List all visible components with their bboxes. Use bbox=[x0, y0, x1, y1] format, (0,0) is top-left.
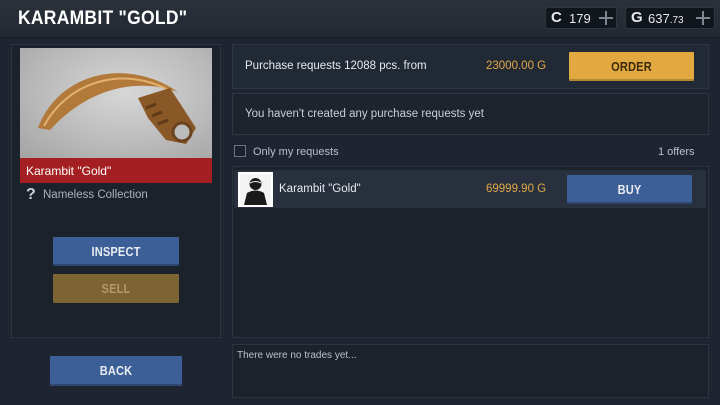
order-button[interactable]: ORDER bbox=[569, 52, 694, 81]
gold-value: 637.73 bbox=[648, 11, 684, 26]
gold-value-main: 637 bbox=[648, 11, 670, 26]
item-name: Karambit "Gold" bbox=[26, 164, 112, 178]
collection-name: Nameless Collection bbox=[43, 189, 148, 201]
offer-item-name: Karambit "Gold" bbox=[279, 183, 361, 195]
credits-value: 179 bbox=[569, 11, 591, 26]
no-requests-message: You haven't created any purchase request… bbox=[245, 108, 484, 120]
buy-button[interactable]: BUY bbox=[567, 175, 692, 204]
offers-count: 1 offers bbox=[658, 146, 695, 158]
add-gold-button[interactable] bbox=[693, 8, 713, 28]
item-image[interactable] bbox=[20, 48, 212, 158]
back-button[interactable]: BACK bbox=[50, 356, 182, 386]
only-my-requests-label: Only my requests bbox=[253, 146, 339, 158]
offer-price: 69999.90 G bbox=[486, 183, 547, 195]
only-my-requests-checkbox[interactable] bbox=[234, 145, 246, 157]
inspect-button[interactable]: INSPECT bbox=[53, 237, 179, 266]
sell-button[interactable]: SELL bbox=[53, 274, 179, 303]
add-credits-button[interactable] bbox=[596, 8, 616, 28]
page-title: KARAMBIT "GOLD" bbox=[18, 8, 188, 29]
gold-icon: G bbox=[631, 9, 643, 26]
gold-value-fraction: .73 bbox=[669, 15, 684, 26]
credits-icon: C bbox=[551, 9, 562, 26]
karambit-knife-icon bbox=[38, 73, 196, 144]
anonymous-mask-icon bbox=[240, 174, 271, 205]
seller-avatar[interactable] bbox=[238, 172, 273, 207]
purchase-requests-text: Purchase requests 12088 pcs. from bbox=[245, 60, 427, 72]
no-trades-message: There were no trades yet... bbox=[237, 350, 357, 361]
question-icon: ? bbox=[26, 186, 36, 203]
purchase-price: 23000.00 G bbox=[486, 60, 547, 72]
